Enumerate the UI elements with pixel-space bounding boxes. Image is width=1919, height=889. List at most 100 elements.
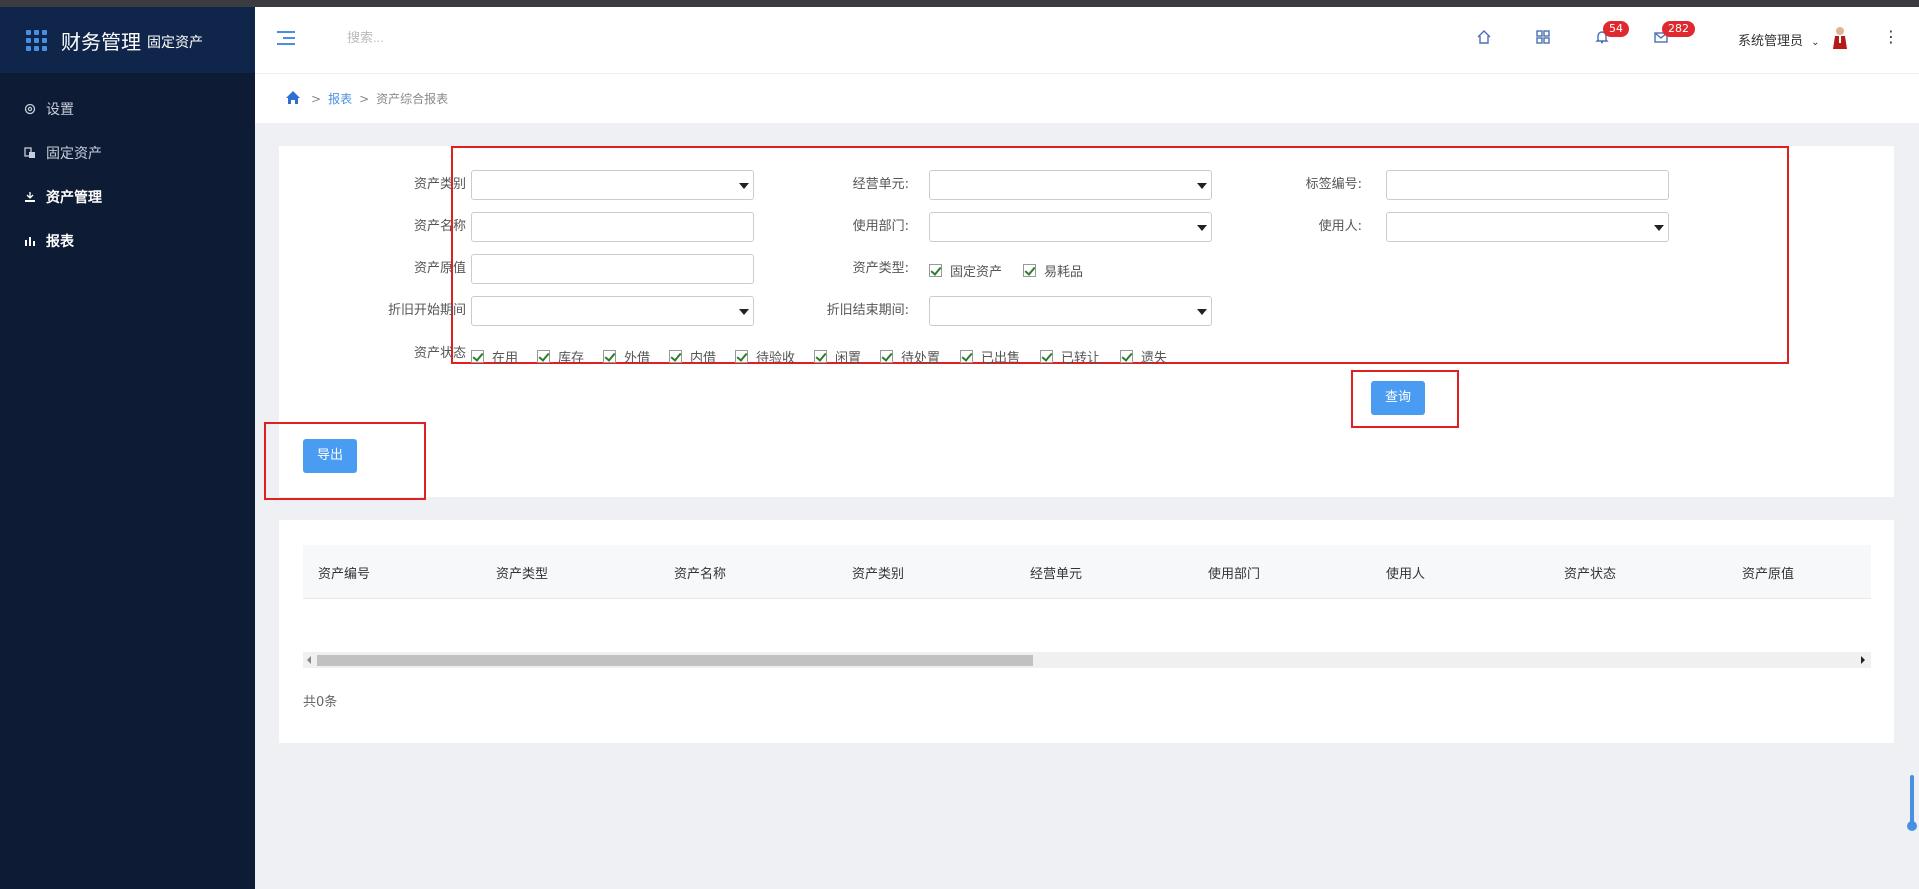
query-panel: 资产类别 经营单元: 标签编号: 资产名称 使用部门: 使用人: 资产原值 资产… (264, 146, 1894, 500)
asset-category-select[interactable] (471, 170, 754, 200)
checkbox-checked-icon (814, 350, 827, 363)
column-header[interactable]: 资产类别 (852, 563, 904, 582)
query-button[interactable]: 查询 (1371, 381, 1425, 415)
column-header[interactable]: 资产状态 (1564, 563, 1616, 582)
status-checkbox[interactable]: 待处置 (880, 347, 940, 366)
scrollbar-thumb[interactable] (317, 655, 1033, 666)
asset-status-label: 资产状态 (413, 346, 466, 361)
scroll-right-icon[interactable] (1861, 656, 1865, 664)
checkbox-checked-icon (735, 350, 748, 363)
asset-name-label: 资产名称 (413, 219, 466, 234)
breadcrumb-current: 资产综合报表 (376, 92, 449, 106)
sidebar-nav: 设置 固定资产 资产管理 报表 (0, 87, 255, 263)
checkbox-checked-icon (960, 350, 973, 363)
sidebar-item-asset-management[interactable]: 资产管理 (0, 175, 255, 219)
department-select[interactable] (929, 212, 1212, 242)
original-value-label: 资产原值 (413, 261, 466, 276)
checkbox-checked-icon (1023, 264, 1036, 277)
department-label: 使用部门: (852, 219, 909, 234)
scroll-left-icon[interactable] (307, 656, 311, 664)
apps-icon[interactable] (1534, 29, 1552, 47)
chart-icon (24, 235, 36, 247)
more-vertical-icon[interactable]: ⋮ (1883, 27, 1899, 46)
column-header[interactable]: 资产名称 (674, 563, 726, 582)
sidebar-item-settings[interactable]: 设置 (0, 87, 255, 131)
breadcrumb-reports[interactable]: 报表 (328, 90, 352, 107)
user-select[interactable] (1386, 212, 1669, 242)
sidebar-item-label: 设置 (46, 102, 74, 118)
chevron-down-icon: ⌄ (1811, 37, 1820, 48)
status-checkbox[interactable]: 库存 (537, 347, 584, 366)
user-name: 系统管理员 (1738, 34, 1804, 49)
brand-subtitle: 固定资产 (147, 35, 203, 51)
status-checkbox[interactable]: 外借 (603, 347, 650, 366)
manage-icon (24, 191, 36, 203)
search-input[interactable] (345, 29, 589, 46)
mail-icon[interactable]: 282 (1652, 21, 1695, 47)
breadcrumb: > 报表 > 资产综合报表 (255, 73, 1919, 123)
gear-icon (24, 103, 36, 115)
avatar[interactable] (1832, 26, 1848, 50)
sidebar-item-label: 固定资产 (46, 146, 102, 162)
sidebar: 财务管理 固定资产 设置 固定资产 资产管理 报表 (0, 7, 255, 889)
horizontal-scrollbar[interactable] (303, 652, 1871, 668)
status-checkbox[interactable]: 遗失 (1120, 347, 1167, 366)
asset-name-input[interactable] (471, 212, 754, 242)
business-unit-select[interactable] (929, 170, 1212, 200)
column-header[interactable]: 经营单元 (1030, 563, 1082, 582)
business-unit-label: 经营单元: (852, 177, 909, 192)
column-header[interactable]: 使用部门 (1208, 563, 1260, 582)
message-badge: 282 (1662, 21, 1695, 37)
checkbox-fixed-asset[interactable]: 固定资产 (929, 261, 1002, 280)
sidebar-item-reports[interactable]: 报表 (0, 219, 255, 263)
sidebar-item-label: 资产管理 (46, 190, 102, 206)
home-icon[interactable] (1475, 29, 1493, 47)
status-checkbox[interactable]: 已转让 (1040, 347, 1100, 366)
original-value-input[interactable] (471, 254, 754, 284)
tag-no-input[interactable] (1386, 170, 1669, 200)
results-table-panel: 资产编号 资产类型 资产名称 资产类别 经营单元 使用部门 使用人 资产状态 资… (279, 520, 1894, 743)
notification-badge: 54 (1603, 21, 1629, 37)
column-header[interactable]: 使用人 (1386, 563, 1425, 582)
column-header[interactable]: 资产类型 (496, 563, 548, 582)
checkbox-checked-icon (929, 264, 942, 277)
sidebar-item-fixed-assets[interactable]: 固定资产 (0, 131, 255, 175)
checkbox-consumables[interactable]: 易耗品 (1023, 261, 1083, 280)
export-button[interactable]: 导出 (303, 439, 357, 473)
asset-icon (24, 147, 36, 159)
status-checkbox[interactable]: 内借 (669, 347, 716, 366)
brand-title: 财务管理 (61, 29, 141, 54)
asset-category-label: 资产类别 (413, 177, 466, 192)
total-count: 共0条 (303, 695, 338, 710)
asset-type-label: 资产类型: (852, 261, 909, 276)
checkbox-checked-icon (603, 350, 616, 363)
depreciation-start-label: 折旧开始期间 (387, 303, 466, 318)
window-top-strip (0, 0, 1919, 7)
home-icon[interactable] (285, 90, 301, 108)
user-menu[interactable]: 系统管理员 ⌄ (1738, 30, 1820, 49)
checkbox-checked-icon (1120, 350, 1133, 363)
depreciation-end-label: 折旧结束期间: (826, 303, 909, 318)
depreciation-end-select[interactable] (929, 296, 1212, 326)
column-header[interactable]: 资产编号 (318, 563, 370, 582)
status-checkbox[interactable]: 闲置 (814, 347, 861, 366)
status-checkbox[interactable]: 待验收 (735, 347, 795, 366)
menu-toggle-icon[interactable] (277, 31, 295, 49)
sidebar-item-label: 报表 (46, 234, 74, 250)
checkbox-checked-icon (471, 350, 484, 363)
user-label: 使用人: (1318, 219, 1362, 234)
thermometer-icon (1907, 775, 1917, 831)
table-header: 资产编号 资产类型 资产名称 资产类别 经营单元 使用部门 使用人 资产状态 资… (303, 545, 1871, 599)
status-checkbox[interactable]: 已出售 (960, 347, 1020, 366)
top-header: 54 282 系统管理员 ⌄ ⋮ (255, 7, 1919, 73)
checkbox-checked-icon (880, 350, 893, 363)
breadcrumb-separator: > (359, 91, 370, 106)
checkbox-checked-icon (669, 350, 682, 363)
checkbox-checked-icon (1040, 350, 1053, 363)
tag-no-label: 标签编号: (1305, 177, 1362, 192)
status-checkbox[interactable]: 在用 (471, 347, 518, 366)
apps-grid-icon[interactable] (26, 29, 47, 51)
bell-icon[interactable]: 54 (1593, 21, 1629, 47)
depreciation-start-select[interactable] (471, 296, 754, 326)
column-header[interactable]: 资产原值 (1742, 563, 1794, 582)
